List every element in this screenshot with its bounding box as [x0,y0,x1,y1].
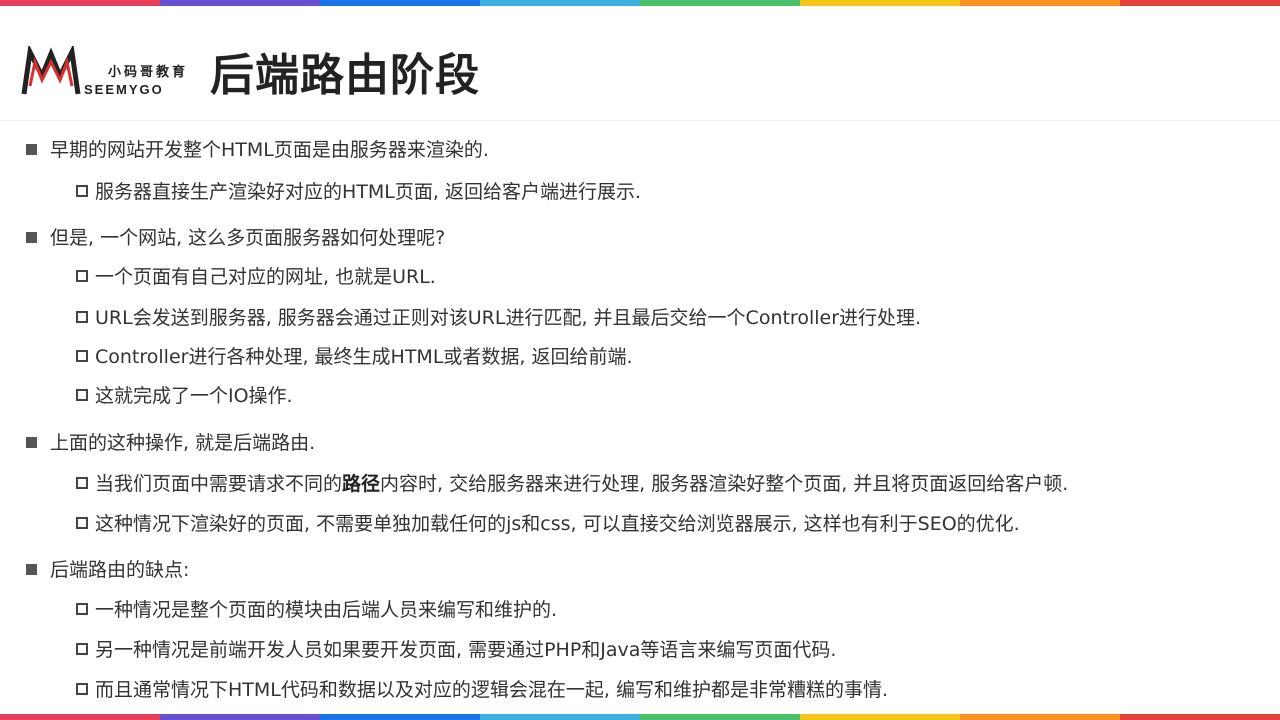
sub-bullet-item: 服务器直接生产渲染好对应的HTML页面, 返回给客户端进行展示. [76,180,641,204]
sub-bullet-text-before: 当我们页面中需要请求不同的 [95,473,343,495]
sub-bullet-item: Controller进行各种处理, 最终生成HTML或者数据, 返回给前端. [76,345,633,369]
bullet-item: 早期的网站开发整个HTML页面是由服务器来渲染的. [26,138,489,162]
seemygo-m-logo-icon [21,46,81,95]
sub-bullet-item: 这就完成了一个IO操作. [76,384,293,408]
sub-bullet-text: 另一种情况是前端开发人员如果要开发页面, 需要通过PHP和Java等语言来编写页… [95,639,837,661]
stripe-segment [640,714,800,720]
stripe-segment [800,714,960,720]
square-bullet-icon [26,564,37,575]
stripe-segment [160,0,320,6]
sub-bullet-item: URL会发送到服务器, 服务器会通过正则对该URL进行匹配, 并且最后交给一个C… [76,306,921,330]
sub-bullet-text: 这种情况下渲染好的页面, 不需要单独加载任何的js和css, 可以直接交给浏览器… [95,513,1020,535]
stripe-segment [960,0,1120,6]
hollow-square-bullet-icon [76,389,88,401]
logo-chinese-name: 小码哥教育 [108,65,189,80]
title-divider [0,120,1280,121]
page-title: 后端路由阶段 [210,50,480,101]
sub-bullet-item: 当我们页面中需要请求不同的路径内容时, 交给服务器来进行处理, 服务器渲染好整个… [76,472,1068,496]
sub-bullet-bold-text: 路径 [342,473,381,495]
hollow-square-bullet-icon [76,643,88,655]
sub-bullet-text: 而且通常情况下HTML代码和数据以及对应的逻辑会混在一起, 编写和维护都是非常糟… [95,679,888,701]
sub-bullet-text: URL会发送到服务器, 服务器会通过正则对该URL进行匹配, 并且最后交给一个C… [95,307,922,329]
bullet-text: 上面的这种操作, 就是后端路由. [50,432,316,454]
hollow-square-bullet-icon [76,270,88,282]
bullet-text: 但是, 一个网站, 这么多页面服务器如何处理呢? [50,227,446,249]
top-color-stripe [0,0,1280,6]
sub-bullet-text: Controller进行各种处理, 最终生成HTML或者数据, 返回给前端. [95,346,633,368]
bullet-item: 后端路由的缺点: [26,558,189,582]
sub-bullet-item: 这种情况下渲染好的页面, 不需要单独加载任何的js和css, 可以直接交给浏览器… [76,512,1020,536]
hollow-square-bullet-icon [76,350,88,362]
stripe-segment [1120,0,1280,6]
bullet-item: 但是, 一个网站, 这么多页面服务器如何处理呢? [26,226,445,250]
hollow-square-bullet-icon [76,683,88,695]
hollow-square-bullet-icon [76,477,88,489]
sub-bullet-item: 另一种情况是前端开发人员如果要开发页面, 需要通过PHP和Java等语言来编写页… [76,638,836,662]
square-bullet-icon [26,232,37,243]
bullet-item: 上面的这种操作, 就是后端路由. [26,431,315,455]
stripe-segment [960,714,1120,720]
hollow-square-bullet-icon [76,517,88,529]
hollow-square-bullet-icon [76,185,88,197]
hollow-square-bullet-icon [76,603,88,615]
stripe-segment [800,0,960,6]
brand-logo: 小码哥教育 SEEMYGO [20,44,185,100]
bottom-color-stripe [0,714,1280,720]
sub-bullet-text: 服务器直接生产渲染好对应的HTML页面, 返回给客户端进行展示. [95,181,641,203]
square-bullet-icon [26,437,37,448]
sub-bullet-text: 一种情况是整个页面的模块由后端人员来编写和维护的. [95,599,558,621]
stripe-segment [640,0,800,6]
stripe-segment [480,0,640,6]
stripe-segment [160,714,320,720]
sub-bullet-item: 而且通常情况下HTML代码和数据以及对应的逻辑会混在一起, 编写和维护都是非常糟… [76,678,888,702]
bullet-text: 早期的网站开发整个HTML页面是由服务器来渲染的. [50,139,489,161]
stripe-segment [320,0,480,6]
stripe-segment [0,714,160,720]
hollow-square-bullet-icon [76,311,88,323]
sub-bullet-text-after: 内容时, 交给服务器来进行处理, 服务器渲染好整个页面, 并且将页面返回给客户顿… [380,473,1069,495]
sub-bullet-item: 一个页面有自己对应的网址, 也就是URL. [76,265,436,289]
sub-bullet-item: 一种情况是整个页面的模块由后端人员来编写和维护的. [76,598,557,622]
stripe-segment [1120,714,1280,720]
square-bullet-icon [26,144,37,155]
logo-english-name: SEEMYGO [84,82,164,97]
stripe-segment [480,714,640,720]
sub-bullet-text: 这就完成了一个IO操作. [95,385,293,407]
sub-bullet-text: 一个页面有自己对应的网址, 也就是URL. [95,266,436,288]
stripe-segment [320,714,480,720]
stripe-segment [0,0,160,6]
bullet-text: 后端路由的缺点: [50,559,190,581]
